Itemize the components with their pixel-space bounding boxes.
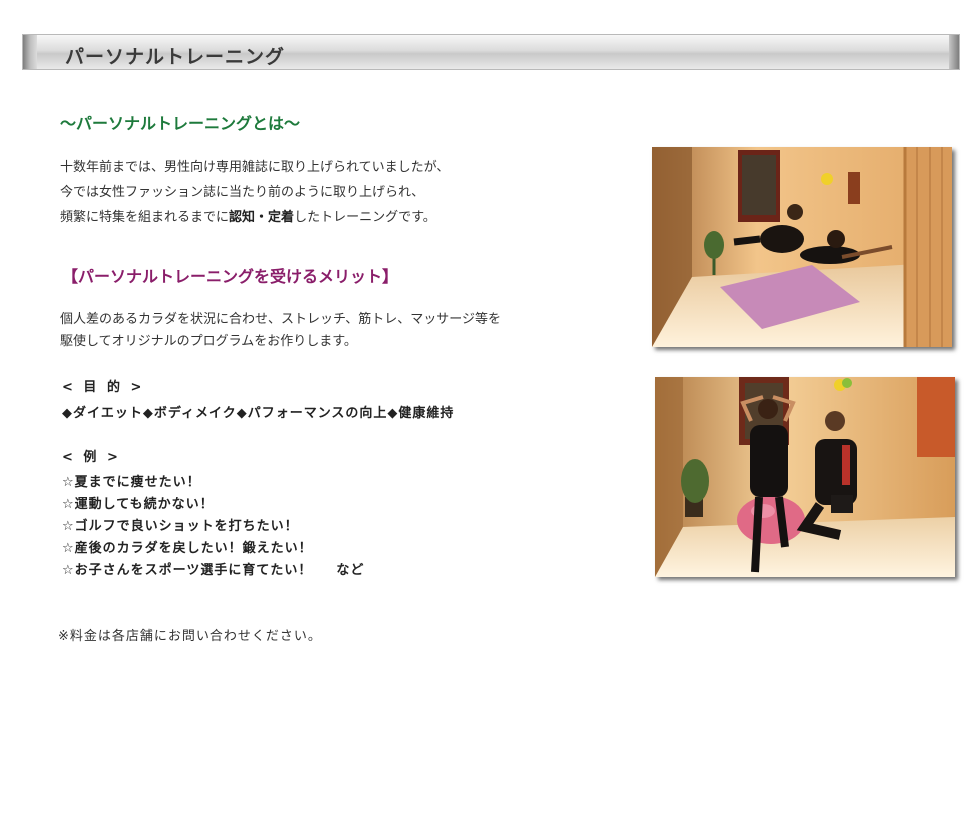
examples-label: < 例 > xyxy=(62,450,121,465)
about-line-3: 頻繁に特集を組まれるまでに認知・定着したトレーニングです。 xyxy=(60,205,620,230)
about-line-3-pre: 頻繁に特集を組まれるまでに xyxy=(60,210,230,225)
training-photo-mat-image xyxy=(652,147,952,347)
example-item: ☆運動しても続かない！ xyxy=(62,497,214,512)
about-line-2: 今では女性ファッション誌に当たり前のように取り上げられ、 xyxy=(60,185,425,200)
training-photo-ball-image xyxy=(655,377,955,577)
about-line-3-post: したトレーニングです。 xyxy=(294,210,436,225)
training-photo-mat xyxy=(652,147,952,347)
merit-heading: 【パーソナルトレーニングを受けるメリット】 xyxy=(62,267,399,286)
merit-line-2: 駆使してオリジナルのプログラムをお作りします。 xyxy=(60,334,357,349)
about-heading: ～パーソナルトレーニングとは～ xyxy=(60,114,301,133)
page-title: パーソナルトレーニング xyxy=(65,46,286,68)
example-item: ☆ゴルフで良いショットを打ちたい！ xyxy=(62,519,299,534)
about-bold-teichaku: 定着 xyxy=(268,210,295,225)
section-title-bar: パーソナルトレーニング xyxy=(22,34,960,70)
about-bold-ninchi: 認知 xyxy=(229,210,256,225)
training-photo-ball xyxy=(655,377,955,577)
merit-line-1: 個人差のあるカラダを状況に合わせ、ストレッチ、筋トレ、マッサージ等を xyxy=(60,312,501,327)
example-item-last: ☆お子さんをスポーツ選手に育てたい！ など xyxy=(62,560,364,582)
price-note: ※料金は各店舗にお問い合わせください。 xyxy=(58,629,322,644)
purpose-label: < 目 的 > xyxy=(62,380,145,395)
about-bold-sep: ・ xyxy=(255,210,269,225)
about-text: 十数年前までは、男性向け専用雑誌に取り上げられていましたが、 今では女性ファッシ… xyxy=(60,155,620,230)
merit-text: 個人差のあるカラダを状況に合わせ、ストレッチ、筋トレ、マッサージ等を 駆使してオ… xyxy=(60,309,620,353)
title-bar-accent-left xyxy=(23,35,37,69)
example-item: ☆産後のカラダを戻したい！鍛えたい！ xyxy=(62,541,313,556)
title-bar-accent-right xyxy=(949,35,959,69)
examples-list: ☆夏までに痩せたい！ ☆運動しても続かない！ ☆ゴルフで良いショットを打ちたい！… xyxy=(62,472,364,582)
purpose-items: ◆ダイエット◆ボディメイク◆パフォーマンスの向上◆健康維持 xyxy=(62,406,455,421)
examples-suffix: など xyxy=(336,563,365,578)
about-line-1: 十数年前までは、男性向け専用雑誌に取り上げられていましたが、 xyxy=(60,160,450,175)
example-item: ☆夏までに痩せたい！ xyxy=(62,475,201,490)
example-item: ☆お子さんをスポーツ選手に育てたい！ xyxy=(62,563,313,578)
